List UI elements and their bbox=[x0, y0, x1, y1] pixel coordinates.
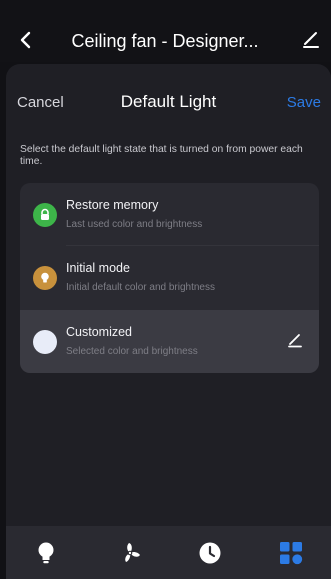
nav-fan[interactable] bbox=[117, 540, 143, 566]
screen: Ceiling fan - Designer... Cancel Default… bbox=[0, 0, 331, 579]
lock-icon bbox=[41, 208, 49, 220]
fan-icon bbox=[125, 543, 140, 562]
top-bar: Ceiling fan - Designer... bbox=[0, 0, 331, 62]
sheet-title: Default Light bbox=[120, 92, 217, 111]
nav-more[interactable] bbox=[278, 540, 304, 566]
option-customized[interactable]: Customized Selected color and brightness bbox=[20, 310, 319, 373]
option-subtitle: Last used color and brightness bbox=[66, 219, 203, 230]
edit-pencil-icon bbox=[303, 32, 319, 48]
description-text: Select the default light state that is t… bbox=[20, 144, 303, 167]
grid-icon bbox=[280, 542, 303, 565]
back-button[interactable] bbox=[14, 28, 38, 52]
option-icon-badge bbox=[33, 266, 57, 290]
edit-pencil-icon bbox=[288, 334, 302, 348]
default-light-sheet: Cancel Default Light Save Select the def… bbox=[6, 64, 331, 534]
sheet-header: Cancel Default Light Save bbox=[6, 90, 331, 116]
option-subtitle: Initial default color and brightness bbox=[66, 282, 215, 293]
nav-light[interactable] bbox=[33, 540, 59, 566]
option-initial-mode[interactable]: Initial mode Initial default color and b… bbox=[20, 246, 319, 309]
edit-custom-button[interactable] bbox=[285, 330, 305, 350]
back-arrow-icon bbox=[20, 31, 31, 49]
bulb-icon bbox=[41, 272, 49, 283]
nav-schedule[interactable] bbox=[197, 540, 223, 566]
option-icon-badge bbox=[33, 203, 57, 227]
option-restore-memory[interactable]: Restore memory Last used color and brigh… bbox=[20, 183, 319, 246]
option-title: Initial mode bbox=[66, 261, 130, 275]
page-title: Ceiling fan - Designer... bbox=[71, 31, 259, 51]
save-button[interactable]: Save bbox=[287, 94, 321, 111]
bottom-navigation bbox=[6, 526, 331, 579]
light-bulb-icon bbox=[38, 542, 54, 564]
option-subtitle: Selected color and brightness bbox=[66, 346, 198, 357]
color-swatch-icon bbox=[33, 330, 57, 354]
options-list: Restore memory Last used color and brigh… bbox=[20, 183, 319, 373]
clock-icon bbox=[199, 542, 221, 564]
rename-button[interactable] bbox=[299, 28, 323, 52]
option-title: Customized bbox=[66, 325, 132, 339]
option-title: Restore memory bbox=[66, 198, 159, 212]
